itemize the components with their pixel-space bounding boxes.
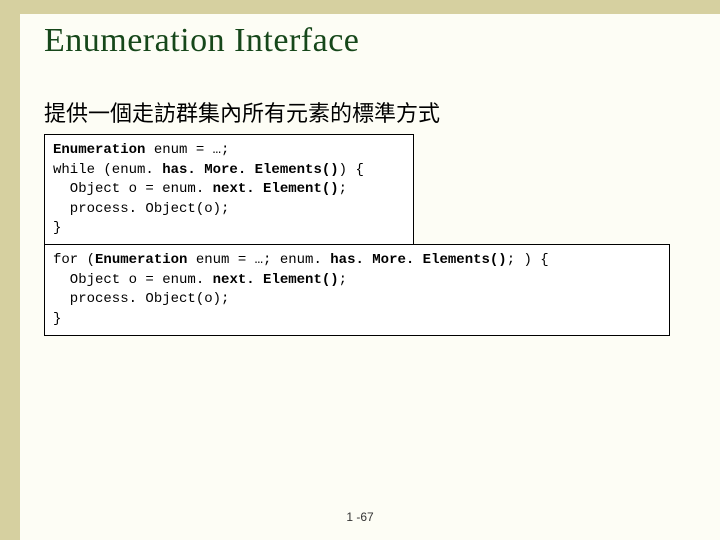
code-text: ) {	[339, 162, 364, 178]
code-text: Object o = enum.	[53, 181, 213, 197]
code-method: next. Element()	[213, 272, 339, 288]
code-text: process. Object(o);	[53, 201, 229, 217]
code-text: }	[53, 220, 61, 236]
code-method: has. More. Elements()	[162, 162, 338, 178]
code-text: enum = …;	[145, 142, 229, 158]
page-number: 1 -67	[0, 510, 720, 524]
slide-subtitle: 提供一個走訪群集內所有元素的標準方式	[44, 96, 440, 128]
code-keyword: Enumeration	[95, 252, 187, 268]
code-text: enum = …; enum.	[187, 252, 330, 268]
code-text: while (enum.	[53, 162, 162, 178]
code-text: ; ) {	[507, 252, 549, 268]
code-text: Object o = enum.	[53, 272, 213, 288]
code-method: next. Element()	[213, 181, 339, 197]
code-method: has. More. Elements()	[330, 252, 506, 268]
decor-left-band	[0, 0, 20, 540]
decor-top-band	[0, 0, 720, 14]
code-keyword: Enumeration	[53, 142, 145, 158]
code-text: }	[53, 311, 61, 327]
code-text: for (	[53, 252, 95, 268]
code-block-for: for (Enumeration enum = …; enum. has. Mo…	[44, 244, 670, 336]
code-text: process. Object(o);	[53, 291, 229, 307]
code-text: ;	[339, 272, 347, 288]
code-block-while: Enumeration enum = …; while (enum. has. …	[44, 134, 414, 246]
slide-title: Enumeration Interface	[44, 22, 359, 60]
code-text: ;	[339, 181, 347, 197]
